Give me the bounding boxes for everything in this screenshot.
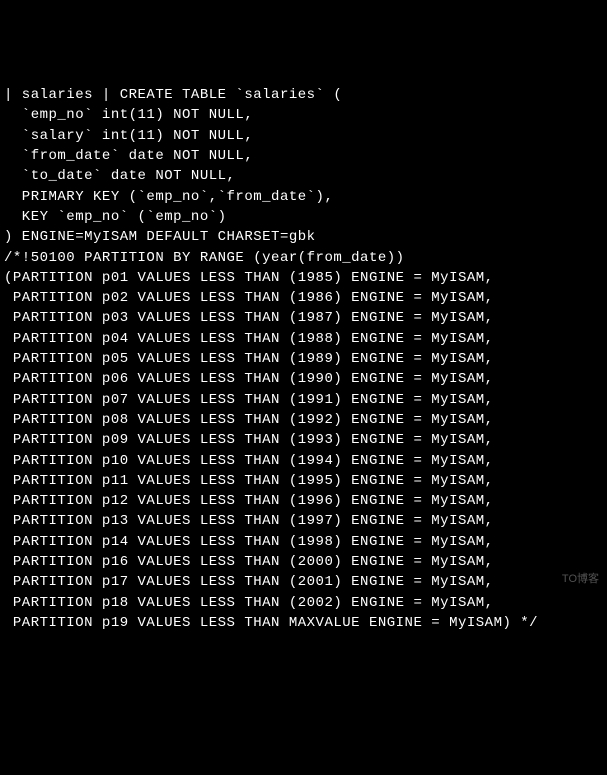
terminal-line: PARTITION p16 VALUES LESS THAN (2000) EN… [4,554,494,570]
terminal-line: PARTITION p14 VALUES LESS THAN (1998) EN… [4,534,494,550]
terminal-line: PARTITION p17 VALUES LESS THAN (2001) EN… [4,574,494,590]
terminal-line: PARTITION p09 VALUES LESS THAN (1993) EN… [4,432,494,448]
terminal-line: (PARTITION p01 VALUES LESS THAN (1985) E… [4,270,494,286]
terminal-line: PARTITION p07 VALUES LESS THAN (1991) EN… [4,392,494,408]
terminal-line: `from_date` date NOT NULL, [4,148,253,164]
terminal-line: /*!50100 PARTITION BY RANGE (year(from_d… [4,250,405,266]
terminal-line: `salary` int(11) NOT NULL, [4,128,253,144]
terminal-line: PARTITION p11 VALUES LESS THAN (1995) EN… [4,473,494,489]
terminal-output: | salaries | CREATE TABLE `salaries` ( `… [4,85,603,633]
terminal-line: KEY `emp_no` (`emp_no`) [4,209,227,225]
terminal-line: PARTITION p04 VALUES LESS THAN (1988) EN… [4,331,494,347]
terminal-line: PARTITION p06 VALUES LESS THAN (1990) EN… [4,371,494,387]
terminal-line: PARTITION p03 VALUES LESS THAN (1987) EN… [4,310,494,326]
terminal-line: PARTITION p02 VALUES LESS THAN (1986) EN… [4,290,494,306]
watermark-text: TO博客 [562,572,599,588]
terminal-line: ) ENGINE=MyISAM DEFAULT CHARSET=gbk [4,229,316,245]
terminal-line: | salaries | CREATE TABLE `salaries` ( [4,87,342,103]
terminal-line: PARTITION p13 VALUES LESS THAN (1997) EN… [4,513,494,529]
terminal-line: PARTITION p08 VALUES LESS THAN (1992) EN… [4,412,494,428]
terminal-line: PARTITION p19 VALUES LESS THAN MAXVALUE … [4,615,538,631]
terminal-line: PARTITION p18 VALUES LESS THAN (2002) EN… [4,595,494,611]
terminal-line: PRIMARY KEY (`emp_no`,`from_date`), [4,189,333,205]
terminal-line: PARTITION p12 VALUES LESS THAN (1996) EN… [4,493,494,509]
terminal-line: PARTITION p05 VALUES LESS THAN (1989) EN… [4,351,494,367]
terminal-line: `emp_no` int(11) NOT NULL, [4,107,253,123]
terminal-line: PARTITION p10 VALUES LESS THAN (1994) EN… [4,453,494,469]
terminal-line: `to_date` date NOT NULL, [4,168,235,184]
